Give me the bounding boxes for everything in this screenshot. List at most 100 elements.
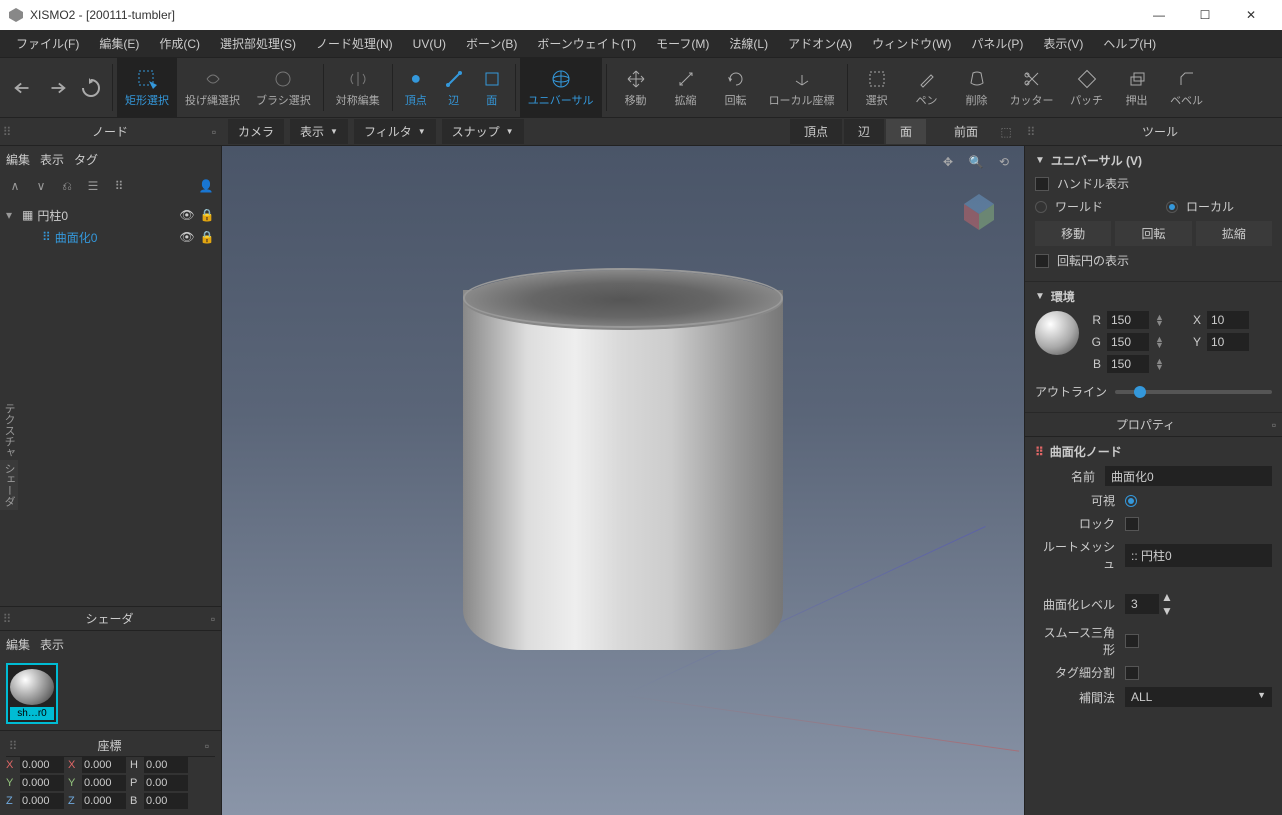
interp-select[interactable]: ALL▼ <box>1125 687 1272 707</box>
coord-z2-input[interactable] <box>82 793 126 809</box>
spinner-icon[interactable]: ▲▼ <box>1161 590 1173 618</box>
viewport-3d[interactable]: ✥ 🔍 ⟲ <box>222 146 1024 815</box>
display-dropdown[interactable]: 表示▼ <box>290 119 348 144</box>
move-tool[interactable]: 移動 <box>611 58 661 117</box>
tree-root-row[interactable]: ▾ ▦ 円柱0 👁 🔒 <box>6 204 215 226</box>
seg-face[interactable]: 面 <box>886 119 926 144</box>
menu-uv[interactable]: UV(U) <box>405 33 454 55</box>
cutter-tool[interactable]: カッター <box>1002 58 1062 117</box>
visible-radio[interactable] <box>1125 495 1137 507</box>
menu-normal[interactable]: 法線(L) <box>721 31 776 56</box>
scale-tool[interactable]: 拡縮 <box>661 58 711 117</box>
menu-selproc[interactable]: 選択部処理(S) <box>212 31 304 56</box>
node-display-tab[interactable]: 表示 <box>40 151 64 168</box>
drag-handle-icon[interactable]: ⠿ <box>0 612 14 626</box>
symmetry-edit-tool[interactable]: 対称編集 <box>328 58 388 117</box>
coord-y-input[interactable] <box>20 775 64 791</box>
close-panel-icon[interactable]: ▫ <box>205 612 221 626</box>
vp-move-icon[interactable]: ✥ <box>938 152 958 172</box>
visibility-icon[interactable]: 👁 <box>179 230 195 244</box>
universal-tool[interactable]: ユニバーサル <box>520 58 602 117</box>
recycle-button[interactable] <box>74 58 108 117</box>
orientation-gizmo-icon[interactable] <box>954 186 1004 236</box>
handle-display-checkbox[interactable] <box>1035 177 1049 191</box>
move-button[interactable]: 移動 <box>1035 221 1111 246</box>
menu-boneweight[interactable]: ボーンウェイト(T) <box>529 31 644 56</box>
subdiv-level-input[interactable] <box>1125 594 1159 614</box>
shader-side-tab[interactable]: シェーダ <box>0 460 18 510</box>
node-edit-tab[interactable]: 編集 <box>6 151 30 168</box>
coord-x2-input[interactable] <box>82 757 126 773</box>
lock-icon[interactable]: 🔒 <box>199 208 215 222</box>
camera-dropdown[interactable]: カメラ <box>228 119 284 144</box>
outline-slider[interactable] <box>1115 390 1272 394</box>
pen-tool[interactable]: ペン <box>902 58 952 117</box>
menu-panel[interactable]: パネル(P) <box>963 31 1031 56</box>
rect-select-tool[interactable]: 矩形選択 <box>117 58 177 117</box>
smooth-tri-checkbox[interactable] <box>1125 634 1139 648</box>
texture-side-tab[interactable]: テクスチャ <box>0 400 18 460</box>
drag-handle-icon[interactable]: ⠿ <box>6 739 20 753</box>
patch-tool[interactable]: パッチ <box>1062 58 1112 117</box>
rotate-tool[interactable]: 回転 <box>711 58 761 117</box>
extrude-tool[interactable]: 押出 <box>1112 58 1162 117</box>
undo-button[interactable] <box>6 58 40 117</box>
lock-checkbox[interactable] <box>1125 517 1139 531</box>
vp-rotate-icon[interactable]: ⟲ <box>994 152 1014 172</box>
rot-circle-checkbox[interactable] <box>1035 254 1049 268</box>
coord-b-input[interactable] <box>144 793 188 809</box>
select-tool[interactable]: 選択 <box>852 58 902 117</box>
close-panel-icon[interactable]: ▫ <box>206 125 222 139</box>
minimize-button[interactable]: — <box>1136 0 1182 30</box>
lock-icon[interactable]: 🔒 <box>199 230 215 244</box>
seg-vertex[interactable]: 頂点 <box>790 119 842 144</box>
grid-icon[interactable]: ⠿ <box>110 179 128 193</box>
close-panel-icon[interactable]: ▫ <box>1266 418 1282 432</box>
spinner-icon[interactable]: ▲▼ <box>1155 314 1165 326</box>
menu-addon[interactable]: アドオン(A) <box>780 31 860 56</box>
seg-edge[interactable]: 辺 <box>844 119 884 144</box>
tree-child-row[interactable]: ⠿ 曲面化0 👁 🔒 <box>6 226 215 248</box>
up-icon[interactable]: ∧ <box>6 179 24 193</box>
node-tag-tab[interactable]: タグ <box>74 151 98 168</box>
scale-button[interactable]: 拡縮 <box>1196 221 1272 246</box>
close-button[interactable]: ✕ <box>1228 0 1274 30</box>
delete-tool[interactable]: 削除 <box>952 58 1002 117</box>
brush-select-tool[interactable]: ブラシ選択 <box>248 58 319 117</box>
collapse-icon[interactable]: ▾ <box>6 208 18 222</box>
coord-y2-input[interactable] <box>82 775 126 791</box>
shader-edit-tab[interactable]: 編集 <box>6 636 30 653</box>
collapse-icon[interactable]: ▼ <box>1035 291 1045 302</box>
visibility-icon[interactable]: 👁 <box>179 208 195 222</box>
menu-morph[interactable]: モーフ(M) <box>648 31 717 56</box>
coord-z-input[interactable] <box>20 793 64 809</box>
spinner-icon[interactable]: ▲▼ <box>1155 358 1165 370</box>
menu-window[interactable]: ウィンドウ(W) <box>864 31 959 56</box>
collapse-icon[interactable]: ▼ <box>1035 155 1045 166</box>
tag-subdiv-checkbox[interactable] <box>1125 666 1139 680</box>
name-input[interactable] <box>1105 466 1272 486</box>
rotate-button[interactable]: 回転 <box>1115 221 1191 246</box>
r-input[interactable] <box>1107 311 1149 329</box>
menu-nodeproc[interactable]: ノード処理(N) <box>308 31 401 56</box>
menu-help[interactable]: ヘルプ(H) <box>1095 31 1164 56</box>
shader-display-tab[interactable]: 表示 <box>40 636 64 653</box>
coord-h-input[interactable] <box>144 757 188 773</box>
list-icon[interactable]: ☰ <box>84 179 102 193</box>
snap-dropdown[interactable]: スナップ▼ <box>442 119 524 144</box>
lasso-select-tool[interactable]: 投げ縄選択 <box>177 58 248 117</box>
menu-display[interactable]: 表示(V) <box>1035 31 1091 56</box>
edge-mode[interactable]: 辺 <box>435 58 473 117</box>
shader-thumbnail[interactable]: sh…r0 <box>6 663 58 724</box>
vertex-mode[interactable]: ●頂点 <box>397 58 435 117</box>
menu-create[interactable]: 作成(C) <box>151 31 208 56</box>
cube-icon[interactable]: ⬚ <box>994 125 1018 139</box>
coord-x-input[interactable] <box>20 757 64 773</box>
local-coord-tool[interactable]: ローカル座標 <box>761 58 843 117</box>
rootmesh-select[interactable]: :: 円柱0 <box>1125 544 1272 567</box>
maximize-button[interactable]: ☐ <box>1182 0 1228 30</box>
x-input[interactable] <box>1207 311 1249 329</box>
filter-dropdown[interactable]: フィルタ▼ <box>354 119 436 144</box>
drag-handle-icon[interactable]: ⠿ <box>0 125 14 139</box>
spinner-icon[interactable]: ▲▼ <box>1155 336 1165 348</box>
